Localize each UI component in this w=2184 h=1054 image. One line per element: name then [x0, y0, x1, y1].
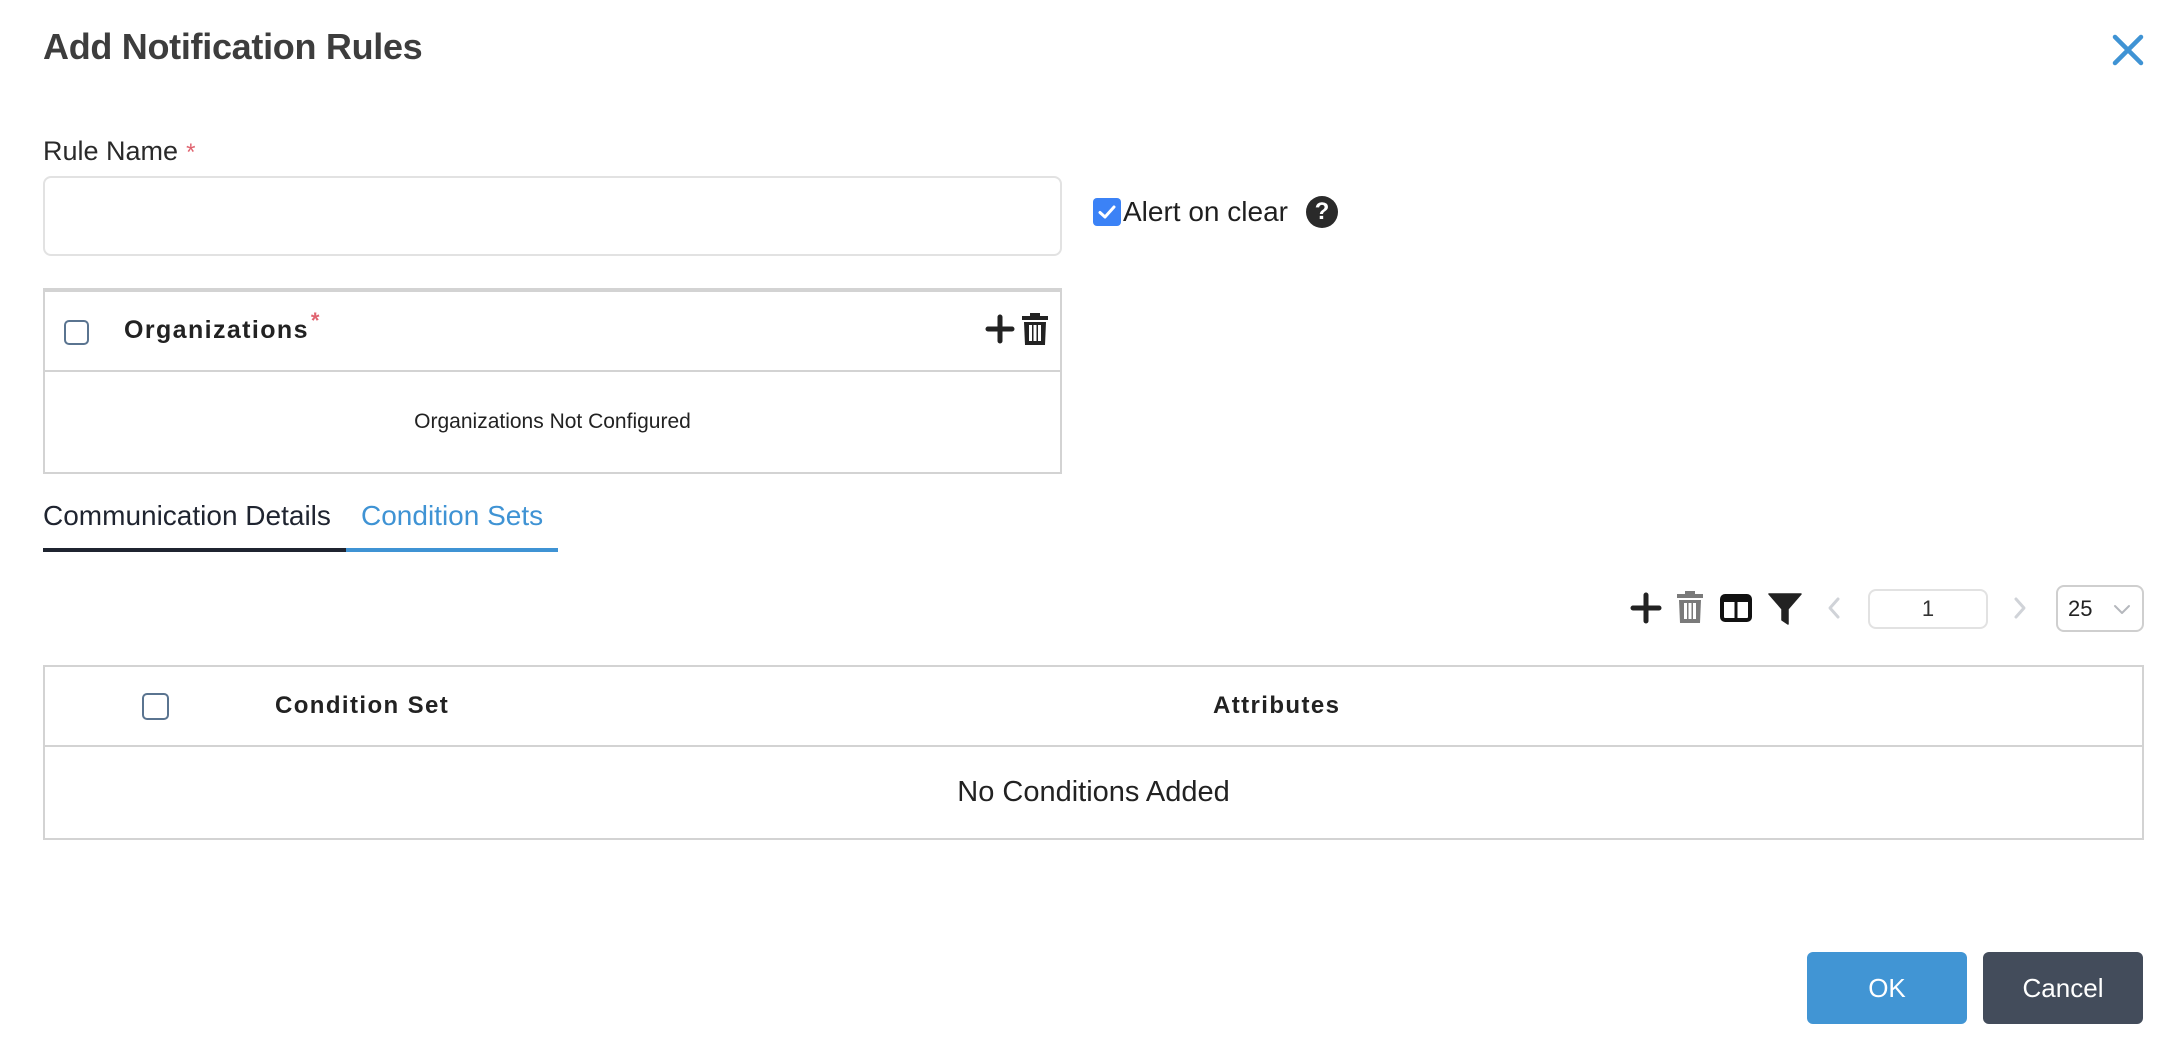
page-size-value: 25 [2068, 595, 2093, 621]
columns-icon [1720, 594, 1752, 622]
organizations-empty-message: Organizations Not Configured [414, 410, 691, 433]
alert-on-clear-label: Alert on clear [1123, 196, 1288, 227]
alert-on-clear-checkbox[interactable] [1093, 198, 1121, 226]
close-button[interactable] [2108, 30, 2148, 70]
page-size-select[interactable]: 25 [2056, 585, 2144, 632]
plus-icon [985, 314, 1015, 344]
close-icon [2112, 34, 2144, 66]
ok-button[interactable]: OK [1807, 952, 1967, 1024]
next-page-button[interactable] [2012, 596, 2028, 620]
organizations-title: Organizations* [124, 308, 319, 345]
add-condition-button[interactable] [1630, 592, 1662, 624]
organizations-header: Organizations* [45, 292, 1060, 372]
alert-on-clear: Alert on clear ? [1093, 196, 1338, 228]
checkmark-icon [1098, 205, 1116, 219]
organizations-select-all-checkbox[interactable] [64, 320, 89, 345]
select-all-conditions-checkbox[interactable] [142, 693, 169, 720]
table-header: Condition Set Attributes [45, 667, 2142, 747]
columns-button[interactable] [1720, 594, 1752, 622]
add-notification-rules-dialog: Add Notification Rules Rule Name * Alert … [0, 0, 2184, 1054]
chevron-left-icon [1828, 597, 1840, 619]
tab-communication-details[interactable]: Communication Details [43, 500, 346, 552]
filter-button[interactable] [1768, 592, 1802, 626]
required-mark: * [310, 308, 320, 333]
filter-icon [1768, 593, 1802, 625]
column-header-condition-set[interactable]: Condition Set [275, 692, 449, 720]
rule-name-label: Rule Name * [43, 136, 195, 167]
rule-name-input[interactable] [43, 176, 1062, 256]
organizations-panel: Organizations* Organizations Not Configu… [43, 288, 1062, 474]
page-number-input[interactable] [1868, 589, 1988, 629]
help-icon[interactable]: ? [1305, 196, 1338, 228]
chevron-right-icon [2014, 597, 2026, 619]
conditions-empty-message: No Conditions Added [957, 776, 1230, 808]
add-organization-button[interactable] [985, 314, 1015, 349]
condition-sets-table: Condition Set Attributes No Conditions A… [43, 665, 2144, 840]
plus-icon [1630, 592, 1662, 624]
chevron-down-icon [2114, 605, 2130, 614]
organizations-title-text: Organizations [124, 316, 309, 344]
delete-condition-button[interactable] [1676, 590, 1704, 624]
previous-page-button[interactable] [1826, 596, 1842, 620]
delete-organization-button[interactable] [1021, 312, 1049, 351]
trash-icon [1677, 591, 1703, 623]
cancel-button[interactable]: Cancel [1983, 952, 2143, 1024]
trash-icon [1022, 313, 1048, 345]
required-mark: * [186, 139, 196, 166]
dialog-title: Add Notification Rules [43, 26, 423, 67]
tab-bar: Communication Details Condition Sets [43, 500, 558, 552]
rule-name-label-text: Rule Name [43, 136, 179, 166]
tab-condition-sets[interactable]: Condition Sets [346, 500, 558, 552]
column-header-attributes[interactable]: Attributes [1213, 692, 1340, 720]
